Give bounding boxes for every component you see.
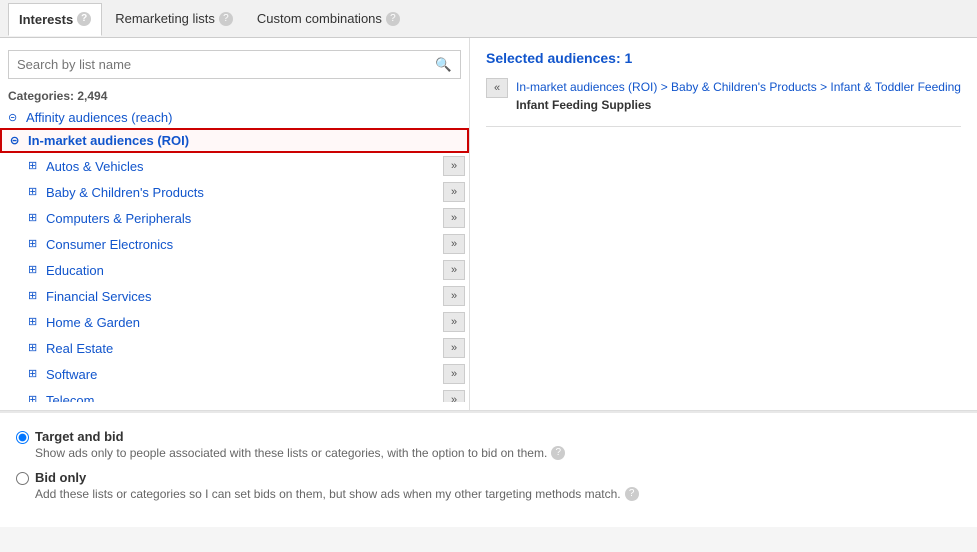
bottom-section: Target and bid Show ads only to people a… — [0, 411, 977, 527]
consumer-elec-label: Consumer Electronics — [46, 237, 439, 252]
tree-sub-item-telecom[interactable]: ⊞ Telecom » — [0, 387, 469, 402]
search-bar: 🔍 — [8, 50, 461, 79]
telecom-label: Telecom — [46, 393, 439, 403]
tree-sub-item-baby[interactable]: ⊞ Baby & Children's Products » — [0, 179, 469, 205]
arrow-btn-software[interactable]: » — [443, 364, 465, 384]
arrow-btn-telecom[interactable]: » — [443, 390, 465, 402]
expand-icon-consumer-elec: ⊞ — [28, 237, 42, 251]
expand-icon-autos: ⊞ — [28, 159, 42, 173]
tree-item-in-market[interactable]: ⊝ In-market audiences (ROI) — [0, 128, 469, 153]
target-and-bid-content: Target and bid Show ads only to people a… — [35, 429, 565, 460]
bid-only-title: Bid only — [35, 470, 639, 485]
tab-remarketing-help[interactable]: ? — [219, 12, 233, 26]
arrow-btn-consumer-elec[interactable]: » — [443, 234, 465, 254]
education-label: Education — [46, 263, 439, 278]
target-and-bid-title: Target and bid — [35, 429, 565, 444]
tree-sub-item-consumer-elec[interactable]: ⊞ Consumer Electronics » — [0, 231, 469, 257]
target-and-bid-radio[interactable] — [16, 431, 29, 444]
expand-icon-computers: ⊞ — [28, 211, 42, 225]
arrow-btn-financial[interactable]: » — [443, 286, 465, 306]
tab-remarketing[interactable]: Remarketing lists ? — [104, 2, 244, 35]
categories-text: Categories: — [8, 89, 74, 103]
arrow-btn-home-garden[interactable]: » — [443, 312, 465, 332]
bid-only-radio[interactable] — [16, 472, 29, 485]
tree: ⊝ Affinity audiences (reach) ⊝ In-market… — [0, 107, 469, 402]
tab-custom-label: Custom combinations — [257, 11, 382, 26]
tabs-bar: Interests ? Remarketing lists ? Custom c… — [0, 0, 977, 38]
search-icon: 🔍 — [435, 57, 452, 72]
tree-sub-item-autos[interactable]: ⊞ Autos & Vehicles » — [0, 153, 469, 179]
bid-only-content: Bid only Add these lists or categories s… — [35, 470, 639, 501]
tab-interests[interactable]: Interests ? — [8, 3, 102, 36]
arrow-btn-education[interactable]: » — [443, 260, 465, 280]
expand-icon-software: ⊞ — [28, 367, 42, 381]
arrow-btn-computers[interactable]: » — [443, 208, 465, 228]
financial-label: Financial Services — [46, 289, 439, 304]
audience-path: In-market audiences (ROI) > Baby & Child… — [516, 78, 961, 114]
home-garden-label: Home & Garden — [46, 315, 439, 330]
audience-path-text: In-market audiences (ROI) > Baby & Child… — [516, 80, 961, 94]
target-and-bid-label[interactable]: Target and bid Show ads only to people a… — [16, 429, 961, 460]
tree-sub-item-home-garden[interactable]: ⊞ Home & Garden » — [0, 309, 469, 335]
radio-option-bid: Bid only Add these lists or categories s… — [16, 470, 961, 501]
target-and-bid-desc: Show ads only to people associated with … — [35, 446, 565, 460]
tab-interests-label: Interests — [19, 12, 73, 27]
audience-item: « In-market audiences (ROI) > Baby & Chi… — [486, 74, 961, 118]
expand-icon-affinity: ⊝ — [8, 111, 22, 125]
categories-count: 2,494 — [77, 89, 107, 103]
tab-custom-help[interactable]: ? — [386, 12, 400, 26]
arrow-btn-baby[interactable]: » — [443, 182, 465, 202]
expand-icon-financial: ⊞ — [28, 289, 42, 303]
arrow-btn-real-estate[interactable]: » — [443, 338, 465, 358]
tab-custom[interactable]: Custom combinations ? — [246, 2, 411, 35]
expand-icon-home-garden: ⊞ — [28, 315, 42, 329]
selected-audiences-title: Selected audiences: 1 — [486, 50, 961, 66]
expand-icon-baby: ⊞ — [28, 185, 42, 199]
bid-only-label[interactable]: Bid only Add these lists or categories s… — [16, 470, 961, 501]
baby-label: Baby & Children's Products — [46, 185, 439, 200]
expand-icon-real-estate: ⊞ — [28, 341, 42, 355]
tree-sub-item-education[interactable]: ⊞ Education » — [0, 257, 469, 283]
tree-sub-item-real-estate[interactable]: ⊞ Real Estate » — [0, 335, 469, 361]
radio-option-target: Target and bid Show ads only to people a… — [16, 429, 961, 460]
target-help-icon[interactable]: ? — [551, 446, 565, 460]
real-estate-label: Real Estate — [46, 341, 439, 356]
tab-remarketing-label: Remarketing lists — [115, 11, 215, 26]
in-market-label: In-market audiences (ROI) — [28, 133, 463, 148]
expand-icon-education: ⊞ — [28, 263, 42, 277]
software-label: Software — [46, 367, 439, 382]
bid-only-desc: Add these lists or categories so I can s… — [35, 487, 639, 501]
search-button[interactable]: 🔍 — [427, 53, 460, 77]
tree-sub-item-financial[interactable]: ⊞ Financial Services » — [0, 283, 469, 309]
right-panel: Selected audiences: 1 « In-market audien… — [470, 38, 977, 410]
back-button[interactable]: « — [486, 78, 508, 98]
tree-sub-item-software[interactable]: ⊞ Software » — [0, 361, 469, 387]
bid-help-icon[interactable]: ? — [625, 487, 639, 501]
tree-sub-item-computers[interactable]: ⊞ Computers & Peripherals » — [0, 205, 469, 231]
arrow-btn-autos[interactable]: » — [443, 156, 465, 176]
audience-divider — [486, 126, 961, 127]
expand-icon-telecom: ⊞ — [28, 393, 42, 402]
tree-item-affinity[interactable]: ⊝ Affinity audiences (reach) — [0, 107, 469, 128]
selected-audiences-count: 1 — [625, 50, 633, 66]
affinity-label: Affinity audiences (reach) — [26, 110, 465, 125]
main-content: 🔍 Categories: 2,494 ⊝ Affinity audiences… — [0, 38, 977, 411]
autos-label: Autos & Vehicles — [46, 159, 439, 174]
expand-icon-in-market: ⊝ — [10, 134, 24, 148]
tab-interests-help[interactable]: ? — [77, 12, 91, 26]
search-input[interactable] — [9, 51, 427, 78]
selected-audiences-text: Selected audiences: — [486, 50, 621, 66]
categories-label: Categories: 2,494 — [0, 87, 469, 107]
computers-label: Computers & Peripherals — [46, 211, 439, 226]
audience-selected: Infant Feeding Supplies — [516, 98, 651, 112]
left-panel: 🔍 Categories: 2,494 ⊝ Affinity audiences… — [0, 38, 470, 410]
